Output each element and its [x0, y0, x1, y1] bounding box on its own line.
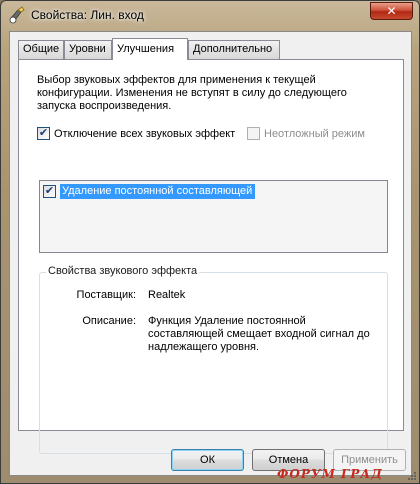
immediate-mode-checkbox[interactable]: Неотложный режим: [247, 127, 365, 140]
cancel-label: Отмена: [268, 454, 309, 466]
tab-levels[interactable]: Уровни: [64, 40, 112, 59]
provider-label: Поставщик:: [76, 289, 136, 301]
tab-label: Дополнительно: [193, 43, 273, 55]
effect-label: Удаление постоянной составляющей: [60, 184, 256, 199]
dialog-client: Общие Уровни Улучшения Дополнительно Выб…: [9, 31, 412, 476]
apply-label: Применить: [341, 454, 398, 466]
watermark: ФОРУМ ГРАД: [277, 467, 383, 481]
enhancements-panel: Выбор звуковых эффектов для применения к…: [18, 59, 404, 454]
checkbox-checked-icon[interactable]: ✔: [43, 185, 56, 198]
ok-label: ОК: [200, 454, 215, 466]
description-value: Функция Удаление постоянной составляющей…: [148, 315, 370, 353]
title-bar[interactable]: Свойства: Лин. вход ✕: [1, 1, 419, 29]
checkbox-unchecked-icon: [247, 127, 260, 140]
ok-button[interactable]: ОК: [171, 449, 244, 471]
properties-window: Свойства: Лин. вход ✕ Общие Уровни Улучш…: [0, 0, 420, 484]
tab-general[interactable]: Общие: [18, 40, 64, 59]
size-grip-icon[interactable]: [407, 471, 417, 481]
window-title: Свойства: Лин. вход: [31, 8, 144, 22]
checkbox-checked-icon: ✔: [37, 127, 50, 140]
disable-all-effects-label: Отключение всех звуковых эффект: [54, 127, 236, 140]
provider-value: Realtek: [148, 289, 186, 301]
tab-label: Общие: [23, 43, 60, 55]
speaker-app-icon: [9, 6, 25, 24]
description-label: Описание:: [82, 315, 136, 327]
immediate-mode-label: Неотложный режим: [264, 127, 365, 140]
group-title: Свойства звукового эффекта: [46, 265, 200, 277]
tab-advanced[interactable]: Дополнительно: [188, 40, 280, 59]
list-item[interactable]: ✔ Удаление постоянной составляющей: [43, 184, 256, 199]
effects-list[interactable]: ✔ Удаление постоянной составляющей: [39, 180, 388, 253]
tab-enhancements[interactable]: Улучшения: [112, 38, 188, 60]
enhancements-description: Выбор звуковых эффектов для применения к…: [37, 74, 347, 112]
disable-all-effects-checkbox[interactable]: ✔ Отключение всех звуковых эффект: [37, 127, 235, 140]
close-button[interactable]: ✕: [370, 2, 413, 20]
tab-label: Уровни: [69, 43, 106, 55]
close-icon: ✕: [386, 4, 397, 18]
effect-properties-group: Свойства звукового эффекта Поставщик: Re…: [39, 265, 388, 454]
tab-label: Улучшения: [117, 43, 175, 55]
